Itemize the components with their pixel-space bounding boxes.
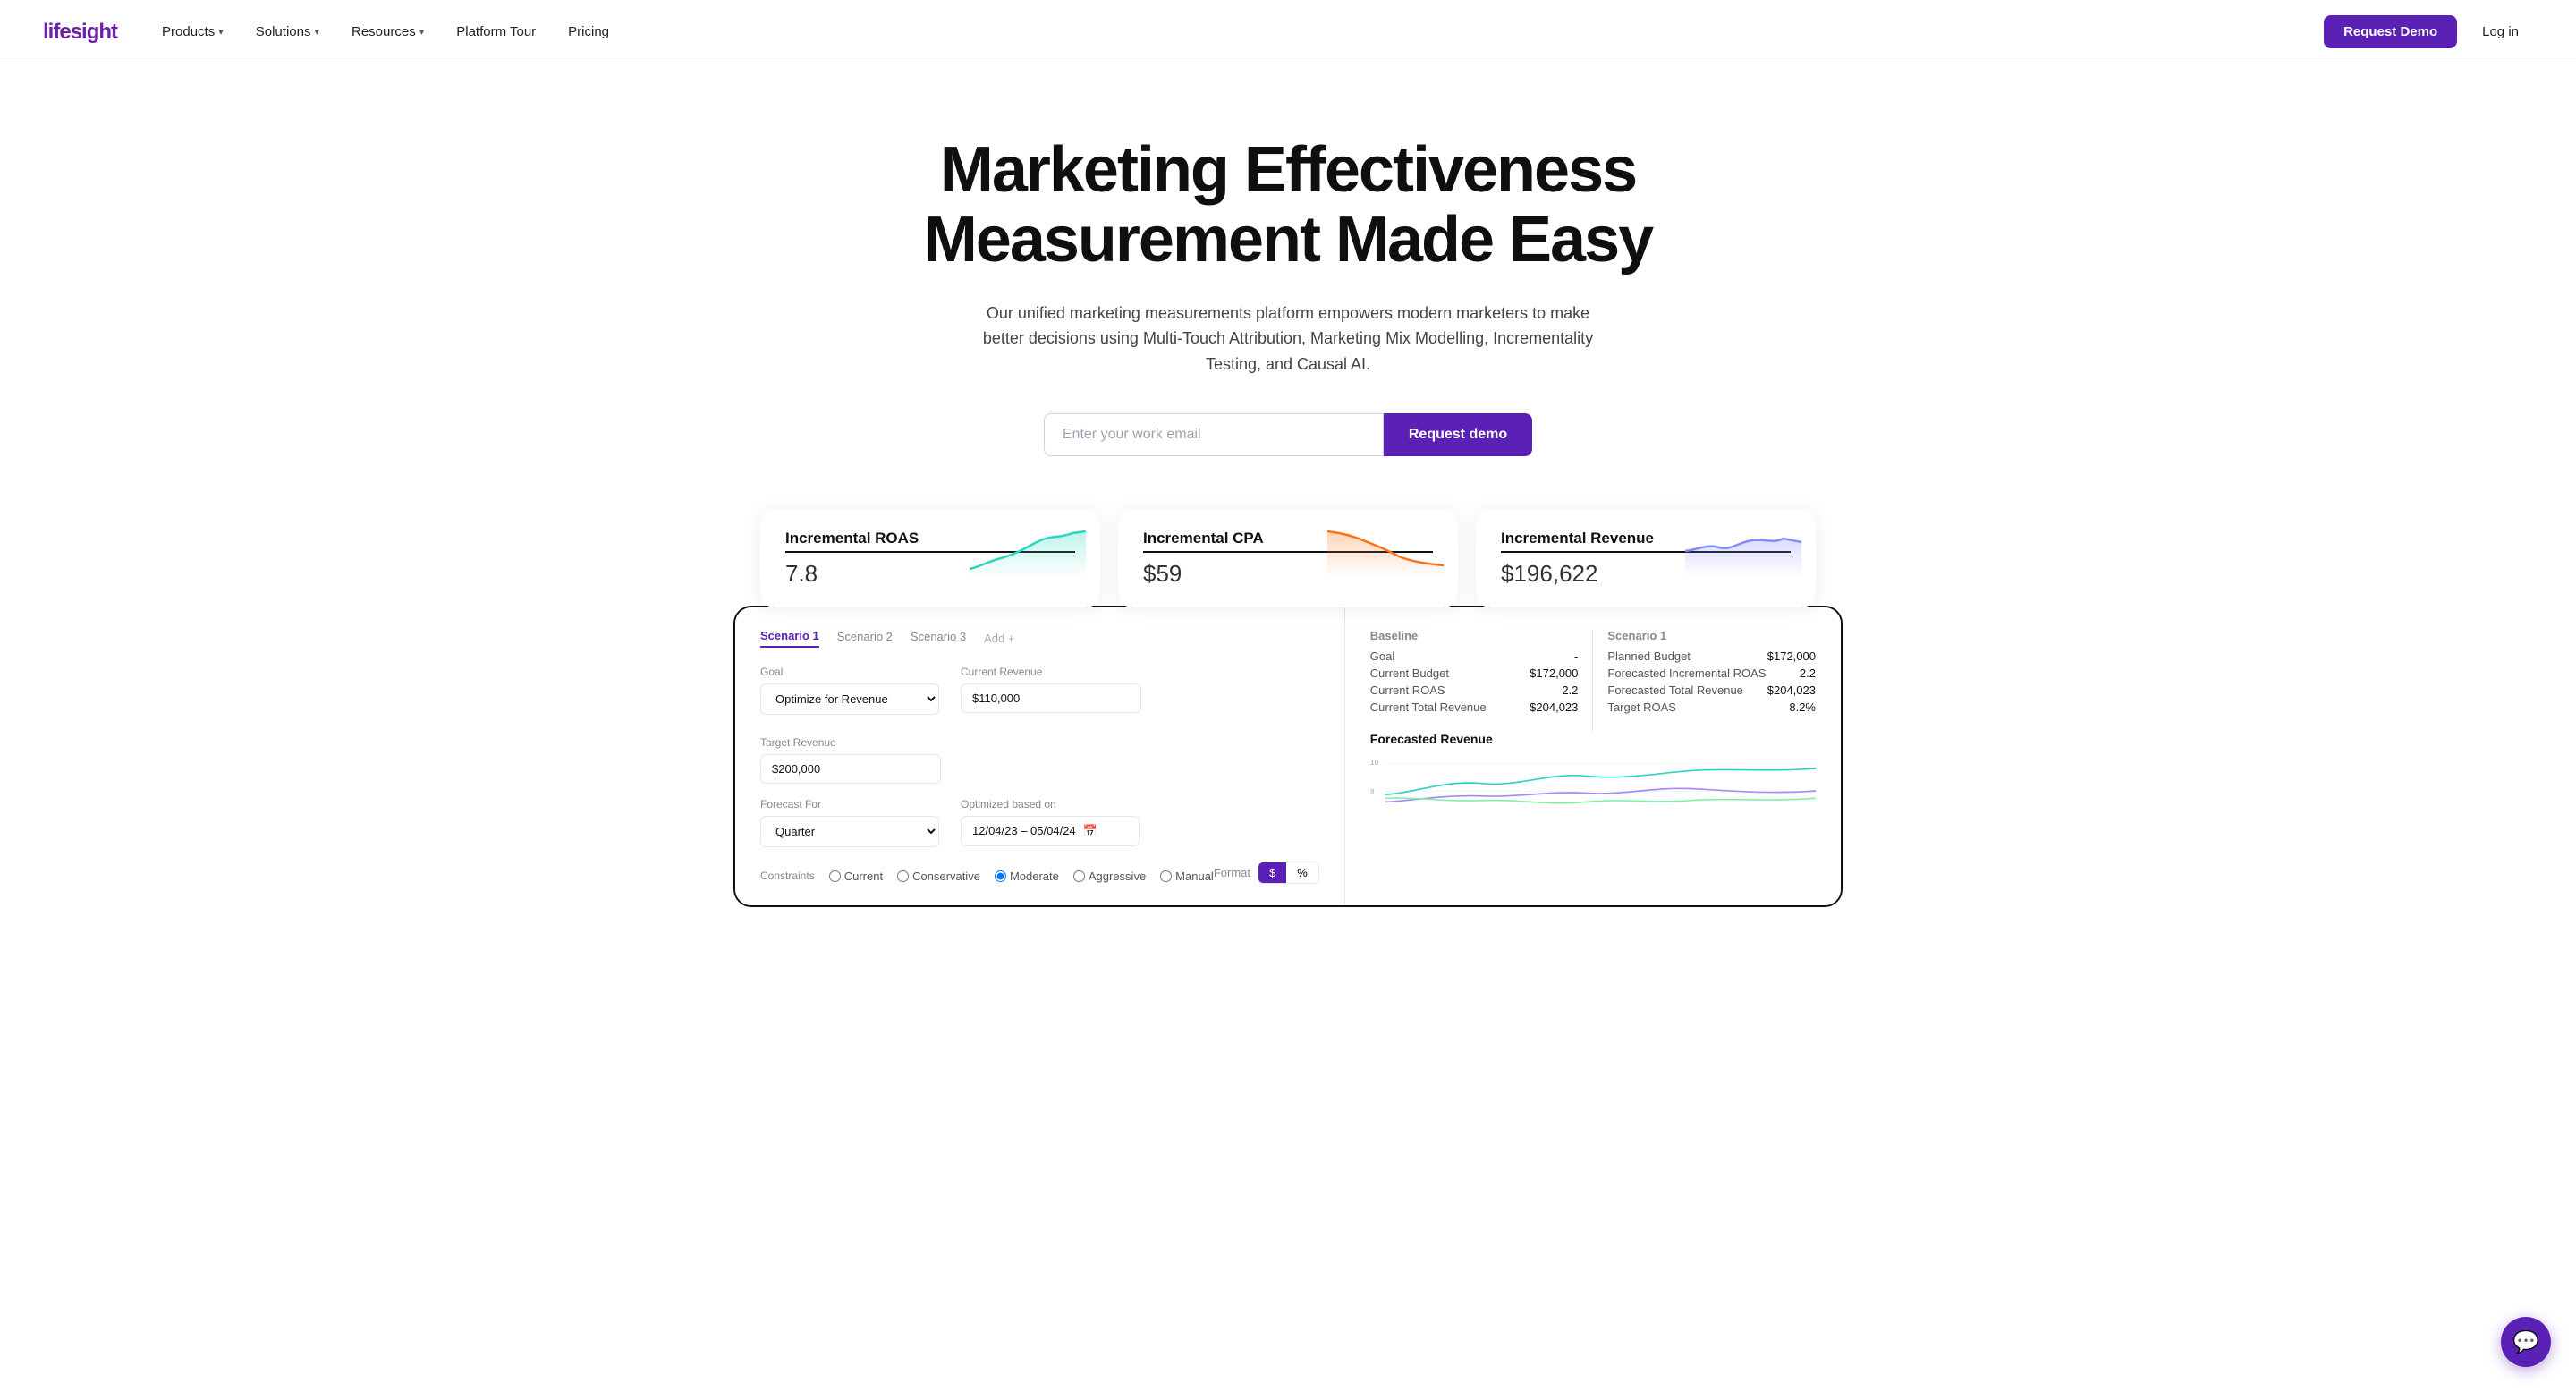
constraint-aggressive[interactable]: Aggressive xyxy=(1073,870,1146,883)
baseline-row-roas: Current ROAS 2.2 xyxy=(1370,683,1579,697)
hero-form: Request demo xyxy=(814,413,1762,456)
format-dollar[interactable]: $ xyxy=(1258,862,1286,883)
baseline-row-goal: Goal - xyxy=(1370,649,1579,663)
svg-text:8: 8 xyxy=(1370,787,1375,796)
baseline-row-budget: Current Budget $172,000 xyxy=(1370,666,1579,680)
constraint-conservative[interactable]: Conservative xyxy=(897,870,980,883)
scenario-tabs: Scenario 1 Scenario 2 Scenario 3 Add + xyxy=(760,629,1319,648)
nav-pricing[interactable]: Pricing xyxy=(555,17,622,47)
hero-heading: Marketing Effectiveness Measurement Made… xyxy=(814,136,1762,276)
metrics-row: Incremental ROAS 7.8 Incremental CPA $59 xyxy=(733,510,1843,607)
panel-divider xyxy=(1592,629,1593,732)
scenario-title: Scenario 1 xyxy=(1607,629,1816,642)
optimized-based-on-label: Optimized based on xyxy=(961,798,1140,811)
forecast-chart: 10 8 xyxy=(1370,755,1816,827)
revenue-chart xyxy=(1685,524,1801,578)
forecast-for-label: Forecast For xyxy=(760,798,939,811)
hero-cta-button[interactable]: Request demo xyxy=(1384,413,1532,456)
nav-products[interactable]: Products ▾ xyxy=(149,17,236,47)
email-input[interactable] xyxy=(1044,413,1384,456)
metric-roas-card: Incremental ROAS 7.8 xyxy=(760,510,1100,607)
chevron-down-icon: ▾ xyxy=(218,26,224,38)
format-toggle: $ % xyxy=(1258,862,1319,884)
target-revenue-label: Target Revenue xyxy=(760,736,941,749)
dashboard-preview: Incremental ROAS 7.8 Incremental CPA $59 xyxy=(707,510,1869,907)
metric-cpa-card: Incremental CPA $59 xyxy=(1118,510,1458,607)
tab-scenario-1[interactable]: Scenario 1 xyxy=(760,629,819,648)
constraint-manual[interactable]: Manual xyxy=(1160,870,1214,883)
nav-platform-tour[interactable]: Platform Tour xyxy=(444,17,548,47)
forecast-for-select[interactable]: Quarter xyxy=(760,816,939,847)
scenario-row-revenue: Forecasted Total Revenue $204,023 xyxy=(1607,683,1816,697)
tab-scenario-3[interactable]: Scenario 3 xyxy=(911,630,966,647)
baseline-title: Baseline xyxy=(1370,629,1579,642)
date-range-input[interactable]: 12/04/23 – 05/04/24 📅 xyxy=(961,816,1140,846)
scenario-row-budget: Planned Budget $172,000 xyxy=(1607,649,1816,663)
forecasted-revenue-title: Forecasted Revenue xyxy=(1370,732,1816,746)
chat-bubble[interactable]: 💬 xyxy=(2501,1317,2551,1367)
chat-icon: 💬 xyxy=(2512,1329,2539,1355)
format-row: Format $ % xyxy=(1214,862,1319,884)
chevron-down-icon: ▾ xyxy=(314,26,319,38)
goal-label: Goal xyxy=(760,666,939,678)
svg-text:10: 10 xyxy=(1370,758,1379,767)
tab-scenario-2[interactable]: Scenario 2 xyxy=(837,630,893,647)
roas-chart xyxy=(970,524,1086,578)
cpa-chart xyxy=(1327,524,1444,578)
constraint-moderate[interactable]: Moderate xyxy=(995,870,1059,883)
hero-subheading: Our unified marketing measurements platf… xyxy=(975,301,1601,378)
nav-solutions[interactable]: Solutions ▾ xyxy=(243,17,332,47)
chevron-down-icon: ▾ xyxy=(419,26,425,38)
add-scenario-button[interactable]: Add + xyxy=(984,632,1014,645)
target-revenue-input[interactable] xyxy=(760,754,941,784)
constraints-row: Constraints Current Conservative Moderat… xyxy=(760,870,1214,883)
logo[interactable]: lifesight xyxy=(43,20,117,45)
format-percent[interactable]: % xyxy=(1286,862,1318,883)
hero-section: Marketing Effectiveness Measurement Made… xyxy=(796,64,1780,510)
nav-resources[interactable]: Resources ▾ xyxy=(339,17,436,47)
scenario-row-target-roas: Target ROAS 8.2% xyxy=(1607,700,1816,714)
constraints-label: Constraints xyxy=(760,870,815,882)
current-revenue-input[interactable] xyxy=(961,683,1141,713)
panel-right: Baseline Goal - Current Budget $172,000 … xyxy=(1345,607,1841,905)
constraint-current[interactable]: Current xyxy=(829,870,883,883)
forecasted-section: Forecasted Revenue 10 8 xyxy=(1370,732,1816,831)
navigation: lifesight Products ▾ Solutions ▾ Resourc… xyxy=(0,0,2576,64)
goal-select[interactable]: Optimize for Revenue xyxy=(760,683,939,715)
dashboard-panel: Scenario 1 Scenario 2 Scenario 3 Add + G… xyxy=(733,606,1843,907)
current-revenue-label: Current Revenue xyxy=(961,666,1141,678)
metric-revenue-card: Incremental Revenue $196,622 xyxy=(1476,510,1816,607)
baseline-row-revenue: Current Total Revenue $204,023 xyxy=(1370,700,1579,714)
login-button[interactable]: Log in xyxy=(2468,15,2533,48)
panel-left: Scenario 1 Scenario 2 Scenario 3 Add + G… xyxy=(735,607,1345,905)
scenario-row-roas: Forecasted Incremental ROAS 2.2 xyxy=(1607,666,1816,680)
calendar-icon: 📅 xyxy=(1083,824,1097,838)
nav-links: Products ▾ Solutions ▾ Resources ▾ Platf… xyxy=(149,17,622,47)
request-demo-button[interactable]: Request Demo xyxy=(2324,15,2457,48)
